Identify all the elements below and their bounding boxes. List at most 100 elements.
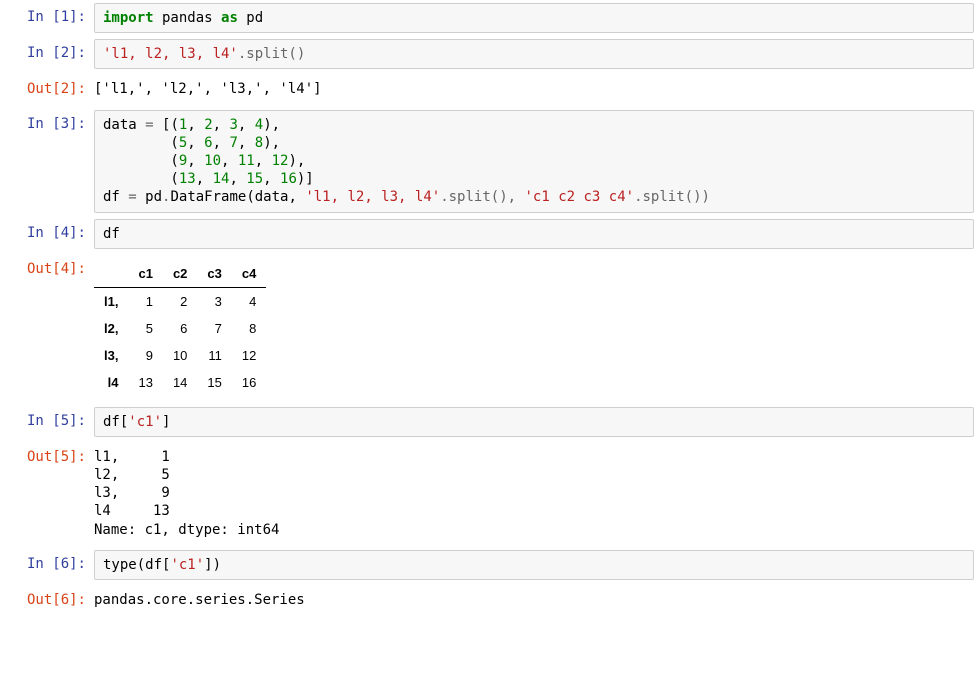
df-index: l4 xyxy=(94,369,128,396)
in-prompt-5: In [5]: xyxy=(0,407,94,435)
cell-1: In [1]: import pandas as pd xyxy=(0,0,974,36)
tok: 15 xyxy=(246,171,263,187)
df-row: l4 13 14 15 16 xyxy=(94,369,266,396)
code-area-6[interactable]: type(df['c1']) xyxy=(94,550,974,580)
tok: ( xyxy=(103,171,179,187)
tok: .split()) xyxy=(634,189,710,205)
tok: , xyxy=(221,153,238,169)
tok: 2 xyxy=(204,117,212,133)
code-area-5[interactable]: df['c1'] xyxy=(94,407,974,437)
tok: df xyxy=(103,189,128,205)
kw-import: import xyxy=(103,10,154,26)
kw-as: as xyxy=(221,10,238,26)
out-prompt-2: Out[2]: xyxy=(0,75,94,103)
code-area-3[interactable]: data = [(1, 2, 3, 4), (5, 6, 7, 8), (9, … xyxy=(94,110,974,213)
tok: 'c1 c2 c3 c4' xyxy=(524,189,634,205)
cell-2-out: Out[2]: ['l1,', 'l2,', 'l3,', 'l4'] xyxy=(0,72,974,106)
dataframe-table: c1 c2 c3 c4 l1, 1 2 3 4 l2, 5 6 xyxy=(94,260,266,396)
tok: , xyxy=(196,171,213,187)
tok: 3 xyxy=(229,117,237,133)
df-col-header: c1 xyxy=(128,260,162,288)
tok: df[ xyxy=(103,414,128,430)
df-corner xyxy=(94,260,128,288)
tok: ( xyxy=(103,135,179,151)
df-cell: 11 xyxy=(197,342,231,369)
code-input-6[interactable]: type(df['c1']) xyxy=(94,550,974,580)
cell-6-in: In [6]: type(df['c1']) xyxy=(0,547,974,583)
df-cell: 4 xyxy=(232,287,266,315)
tok: = xyxy=(145,117,153,133)
tok: , xyxy=(187,153,204,169)
code-input-4[interactable]: df xyxy=(94,219,974,249)
code-input-3[interactable]: data = [(1, 2, 3, 4), (5, 6, 7, 8), (9, … xyxy=(94,110,974,213)
tok: 16 xyxy=(280,171,297,187)
cell-5-in: In [5]: df['c1'] xyxy=(0,404,974,440)
out-text-5: l1, 1 l2, 5 l3, 9 l4 13 Name: c1, dtype:… xyxy=(94,443,974,544)
tok: 'l1, l2, l3, l4' xyxy=(305,189,440,205)
out-prompt-6: Out[6]: xyxy=(0,586,94,614)
df-cell: 2 xyxy=(163,287,197,315)
df-cell: 7 xyxy=(197,315,231,342)
df-cell: 12 xyxy=(232,342,266,369)
df-row: l2, 5 6 7 8 xyxy=(94,315,266,342)
tok: , xyxy=(187,135,204,151)
code-input-2[interactable]: 'l1, l2, l3, l4'.split() xyxy=(94,39,974,69)
in-prompt-4: In [4]: xyxy=(0,219,94,247)
out-area-6: pandas.core.series.Series xyxy=(94,586,974,614)
df-cell: 6 xyxy=(163,315,197,342)
df-cell: 1 xyxy=(128,287,162,315)
tok: 6 xyxy=(204,135,212,151)
df-cell: 14 xyxy=(163,369,197,396)
df-cell: 3 xyxy=(197,287,231,315)
tok: pd xyxy=(137,189,162,205)
in-prompt-6: In [6]: xyxy=(0,550,94,578)
df-col-header: c4 xyxy=(232,260,266,288)
tok-df: df xyxy=(103,226,120,242)
cell-4-in: In [4]: df xyxy=(0,216,974,252)
tok-pandas: pandas xyxy=(154,10,221,26)
tok: data xyxy=(103,117,145,133)
code-area-1[interactable]: import pandas as pd xyxy=(94,3,974,33)
tok: DataFrame(data, xyxy=(170,189,305,205)
tok: ), xyxy=(263,135,280,151)
code-input-1[interactable]: import pandas as pd xyxy=(94,3,974,33)
tok: )] xyxy=(297,171,314,187)
df-index: l3, xyxy=(94,342,128,369)
df-index: l2, xyxy=(94,315,128,342)
tok: , xyxy=(229,171,246,187)
in-prompt-3: In [3]: xyxy=(0,110,94,138)
cell-5-out: Out[5]: l1, 1 l2, 5 l3, 9 l4 13 Name: c1… xyxy=(0,440,974,547)
df-cell: 9 xyxy=(128,342,162,369)
code-area-4[interactable]: df xyxy=(94,219,974,249)
tok: ]) xyxy=(204,557,221,573)
in-prompt-1: In [1]: xyxy=(0,3,94,31)
tok: , xyxy=(213,135,230,151)
tok: [( xyxy=(154,117,179,133)
tok: , xyxy=(238,117,255,133)
in-prompt-2: In [2]: xyxy=(0,39,94,67)
tok: 10 xyxy=(204,153,221,169)
out-area-4: c1 c2 c3 c4 l1, 1 2 3 4 l2, 5 6 xyxy=(94,255,974,401)
tok: ), xyxy=(263,117,280,133)
tok: 8 xyxy=(255,135,263,151)
df-cell: 8 xyxy=(232,315,266,342)
tok: 4 xyxy=(255,117,263,133)
out-text-2: ['l1,', 'l2,', 'l3,', 'l4'] xyxy=(94,75,974,103)
tok: , xyxy=(263,171,280,187)
tok-pd: pd xyxy=(238,10,263,26)
tok: = xyxy=(128,189,136,205)
tok: , xyxy=(255,153,272,169)
out-prompt-5: Out[5]: xyxy=(0,443,94,471)
df-index: l1, xyxy=(94,287,128,315)
code-input-5[interactable]: df['c1'] xyxy=(94,407,974,437)
tok: ), xyxy=(288,153,305,169)
cell-3: In [3]: data = [(1, 2, 3, 4), (5, 6, 7, … xyxy=(0,107,974,216)
tok: , xyxy=(238,135,255,151)
df-row: l1, 1 2 3 4 xyxy=(94,287,266,315)
cell-6-out: Out[6]: pandas.core.series.Series xyxy=(0,583,974,617)
tok: ( xyxy=(103,153,179,169)
df-cell: 15 xyxy=(197,369,231,396)
df-cell: 5 xyxy=(128,315,162,342)
code-area-2[interactable]: 'l1, l2, l3, l4'.split() xyxy=(94,39,974,69)
tok: 'c1' xyxy=(170,557,204,573)
